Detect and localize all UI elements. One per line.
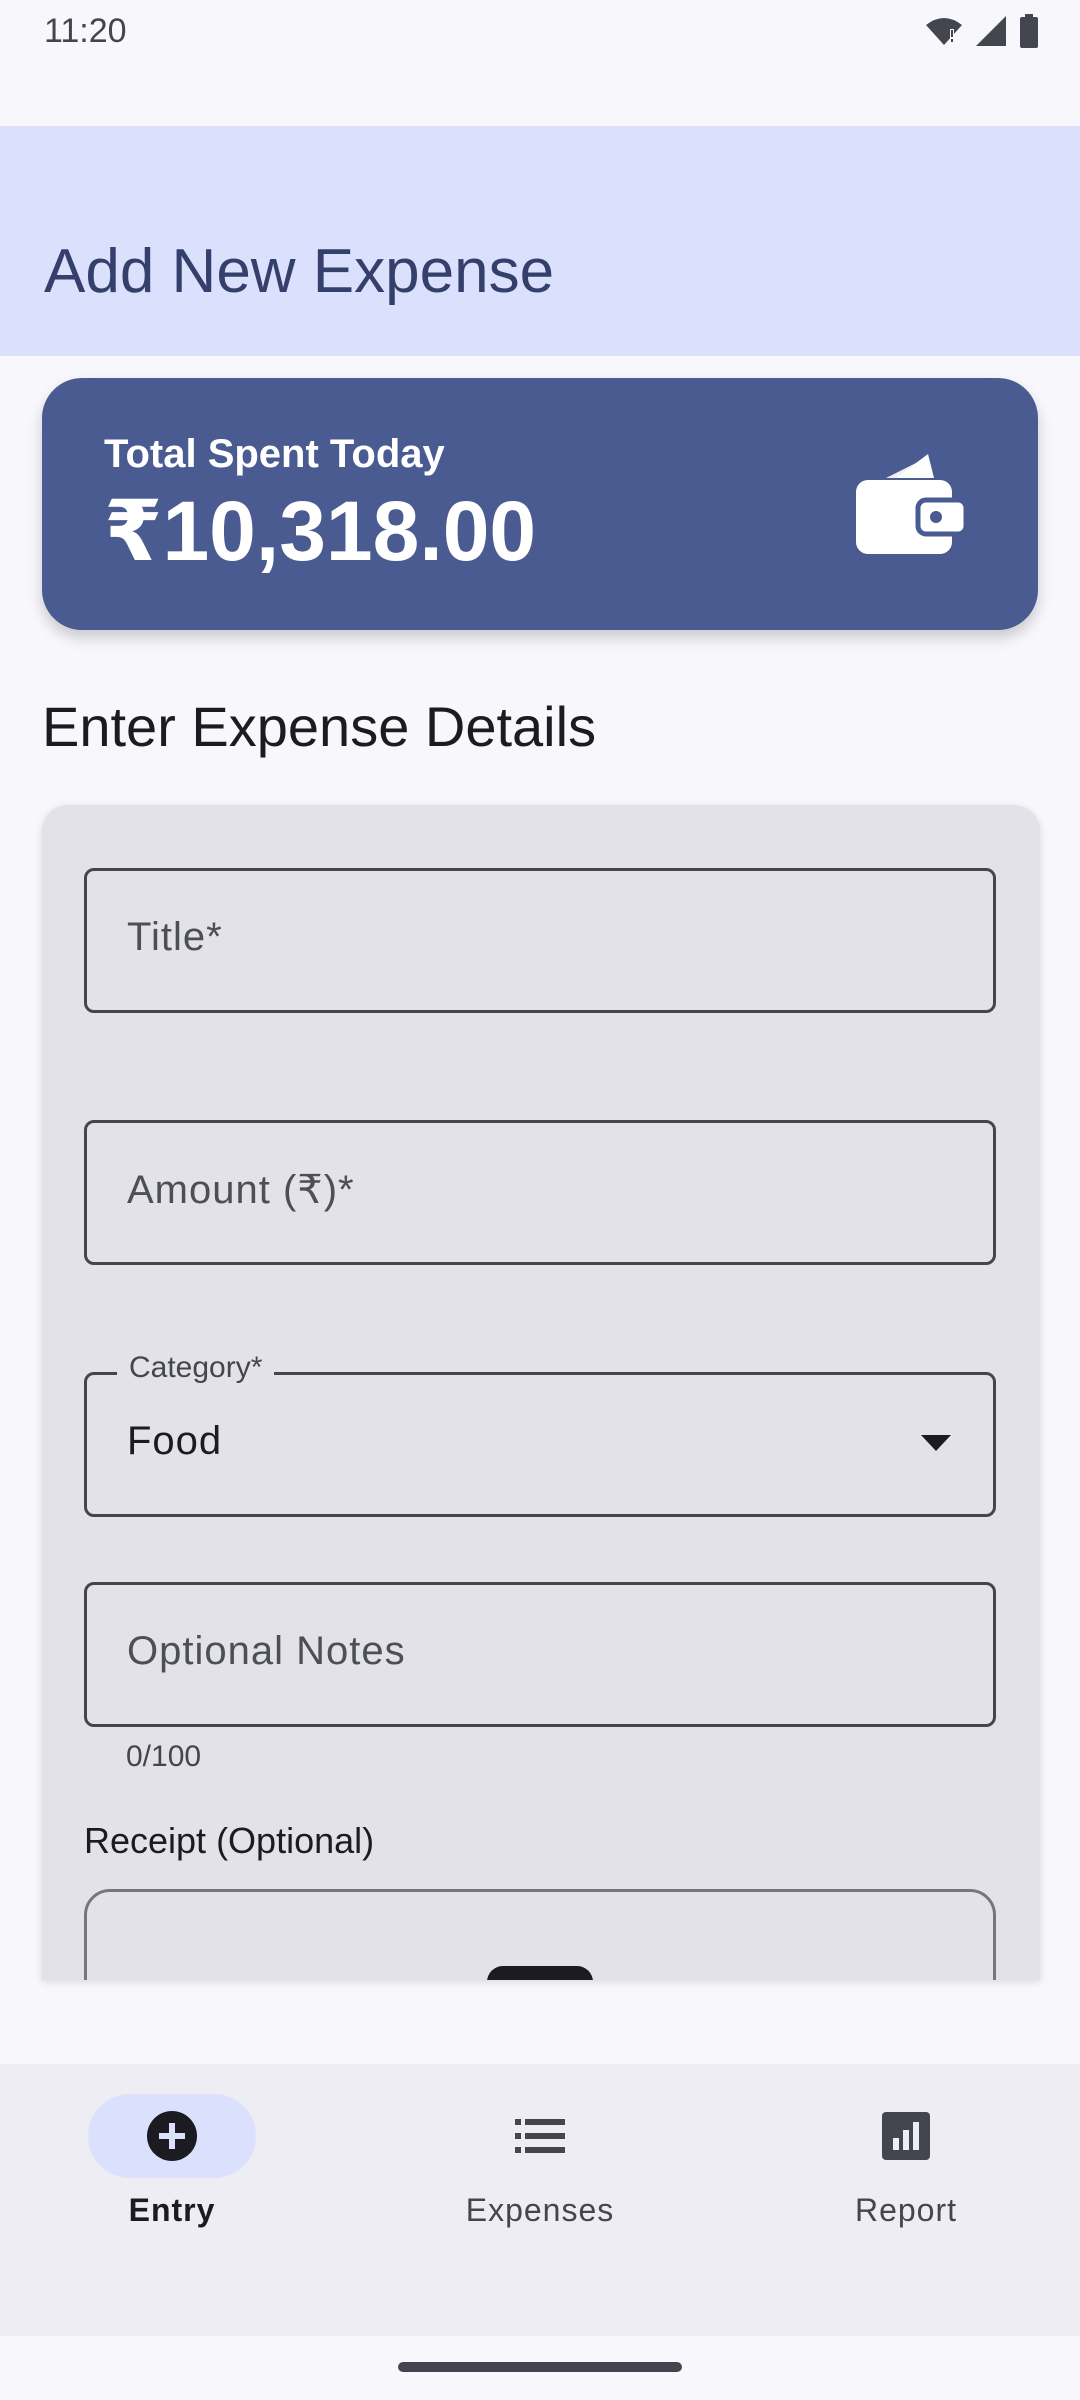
add-circle-icon xyxy=(147,2111,197,2161)
dropdown-arrow-icon xyxy=(921,1435,951,1451)
category-value: Food xyxy=(127,1419,223,1463)
notes-placeholder: Optional Notes xyxy=(127,1629,406,1673)
total-spent-amount: ₹10,318.00 xyxy=(104,484,537,578)
receipt-label: Receipt (Optional) xyxy=(84,1820,375,1861)
expense-form-card: Title* Amount (₹)* Category* Food Option… xyxy=(42,805,1040,1980)
status-icons xyxy=(924,14,1040,48)
top-app-bar: Add New Expense xyxy=(0,126,1080,356)
nav-label-expenses: Expenses xyxy=(465,2192,615,2228)
nav-item-report[interactable]: Report xyxy=(806,2094,1006,2254)
category-dropdown[interactable]: Category* Food xyxy=(84,1351,996,1517)
status-time: 11:20 xyxy=(44,12,127,50)
title-field[interactable]: Title* xyxy=(84,868,996,1013)
battery-icon xyxy=(1020,14,1038,48)
camera-icon xyxy=(487,1966,593,1980)
nav-label-report: Report xyxy=(854,2192,958,2228)
status-bar: 11:20 xyxy=(0,0,1080,126)
section-heading: Enter Expense Details xyxy=(42,695,597,758)
report-chart-icon xyxy=(882,2112,930,2160)
nav-label-entry: Entry xyxy=(128,2192,216,2228)
home-indicator[interactable] xyxy=(398,2362,682,2372)
page-title: Add New Expense xyxy=(44,237,555,306)
notes-char-counter: 0/100 xyxy=(126,1740,202,1773)
notes-field[interactable]: Optional Notes xyxy=(84,1582,996,1727)
wifi-icon xyxy=(926,18,962,45)
title-placeholder: Title* xyxy=(127,915,223,959)
amount-field[interactable]: Amount (₹)* xyxy=(84,1120,996,1265)
total-spent-label: Total Spent Today xyxy=(104,432,445,476)
nav-pill-report xyxy=(822,2094,990,2178)
nav-pill-entry xyxy=(88,2094,256,2178)
category-label: Category* xyxy=(117,1351,275,1385)
nav-item-expenses[interactable]: Expenses xyxy=(440,2094,640,2254)
nav-pill-expenses xyxy=(456,2094,624,2178)
receipt-upload-box[interactable] xyxy=(84,1889,996,1980)
amount-placeholder: Amount (₹)* xyxy=(127,1168,355,1212)
bottom-navigation: Entry Expenses Report xyxy=(0,2064,1080,2336)
wallet-icon xyxy=(856,454,966,554)
nav-item-entry[interactable]: Entry xyxy=(72,2094,272,2254)
total-spent-card: Total Spent Today ₹10,318.00 xyxy=(42,378,1038,630)
signal-icon xyxy=(976,16,1006,46)
list-icon xyxy=(515,2119,565,2153)
